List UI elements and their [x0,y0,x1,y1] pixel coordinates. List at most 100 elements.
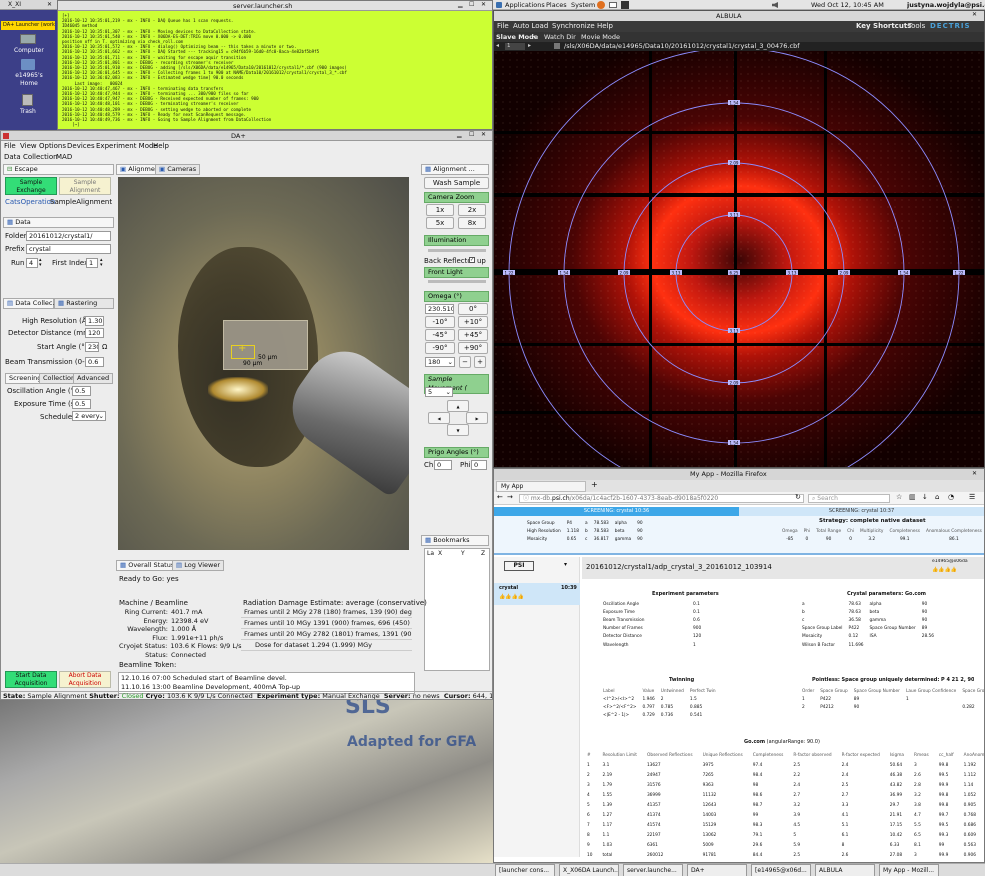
run-stepper-icon[interactable]: ▴ ▾ [39,258,42,268]
desktop-tab-label[interactable]: X_XI [8,1,21,8]
sample-camera-view[interactable]: + 50 µm 90 µm [118,177,409,550]
pointless-row[interactable]: 1 P422 89 1 [799,695,984,703]
clock[interactable]: Wed Oct 12, 10:45 AM [811,1,884,9]
user-name[interactable]: justyna.wojdyla@psi.ch [907,1,985,9]
tab-overall-status[interactable]: ▦ Overall Status [116,560,179,571]
gocom-row[interactable]: 2 2.19 24947 7265 98.4 2.2 2.4 46.38 2.6 99.5 1.11… [582,770,984,780]
zoom-1x-button[interactable]: 1x [426,204,454,216]
next-frame-icon[interactable]: ▸ [528,42,531,49]
movement-step-select[interactable]: 5 ⌄ [425,387,453,397]
close-icon[interactable]: ✕ [481,1,486,8]
summary-row[interactable]: Mosaicity 0.65 c 36.817 gamma 90 [524,535,646,543]
btn-sample-exchange[interactable]: Sample Exchange [5,177,57,195]
movie-mode-button[interactable]: Movie Mode [581,33,620,41]
gocom-row[interactable]: 5 1.39 41357 12643 98.7 3.2 3.3 29.7 3.8 99.8 0.90… [582,800,984,810]
home-label[interactable]: e14965's Home [8,72,50,88]
computer-icon[interactable] [20,34,36,44]
summary-row[interactable]: High Resolution 1.118 b 78.583 beta 90 [524,527,646,535]
pocket-icon[interactable]: ◔ [948,493,954,501]
tab-advanced[interactable]: Advanced [73,373,114,384]
zoom-8x-button[interactable]: 8x [458,217,486,229]
chi-input[interactable]: 0 [434,460,452,470]
exp-param-row[interactable]: Exposure Time 0.1 [600,608,704,616]
twinning-row[interactable]: <|E^2 - 1|> 0.729 0.736 0.541 [600,712,719,720]
gocom-row[interactable]: 1 3.1 13627 3975 97.4 2.5 2.4 50.64 3 99.8 1.192 [582,760,984,770]
mail-launcher-icon[interactable] [609,2,617,8]
taskbar-item[interactable]: server.launche... [623,864,683,876]
tab-rastering[interactable]: ▦ Rastering [54,298,114,309]
omega-0-button[interactable]: 0° [458,303,488,315]
exp-param-row[interactable]: Beam Transmission 0.6 [600,616,704,624]
first-index-input[interactable]: 1 [86,258,98,268]
trash-icon[interactable] [22,94,33,106]
tab-escape[interactable]: ⊟ Escape [3,164,114,175]
close-icon[interactable]: ✕ [47,1,52,8]
menu-system[interactable]: System [571,1,595,9]
taskbar-item[interactable]: X_X06DA Launch... [559,864,619,876]
menu-file[interactable]: File [4,142,16,150]
omega-minus45-button[interactable]: -45° [425,329,455,341]
summary-row[interactable]: Space Group P4 a 78.583 alpha 90 [524,519,646,527]
home-icon[interactable]: ⌂ [935,493,939,501]
zoom-5x-button[interactable]: 5x [426,217,454,229]
minimize-icon[interactable]: ▁ [458,1,463,8]
gocom-row[interactable]: 7 1.17 41574 15129 98.3 4.5 5.1 17.15 5.5 99.5 0.6… [582,820,984,830]
strategy-row[interactable]: -85 0 90 0 3.2 99.1 86.1 [779,535,984,543]
terminal-output[interactable]: [+] 2016-10-12 10:35:01,219 - mx - INFO -… [62,13,490,129]
gocom-row[interactable]: 10 total 260012 91781 84.4 2.5 2.6 27.08 3 99.9 0.… [582,850,984,860]
taskbar-item[interactable]: DA+ [687,864,747,876]
gocom-row[interactable]: 3 1.79 31576 9363 98 2.4 2.5 43.82 2.8 99.9 1.14 [582,780,984,790]
menu-view[interactable]: View [20,142,37,150]
browser-launcher-icon[interactable] [597,1,605,9]
omega-minus10-button[interactable]: -10° [425,316,455,328]
screening-right[interactable]: SCREENING: crystal 10:37 [739,507,984,516]
schedule-select[interactable]: 2 every ⌄ [72,411,106,421]
start-angle-input[interactable]: 230 [85,342,99,352]
folder-input[interactable]: 20161012/crystal1/ [26,231,111,241]
download-icon[interactable]: ↓ [922,493,928,501]
move-right-button[interactable]: ▶ [466,412,488,424]
tab-log-viewer[interactable]: ▤ Log Viewer [172,560,224,571]
move-up-button[interactable]: ▲ [447,400,469,412]
move-down-button[interactable]: ▼ [447,424,469,436]
bookmark-star-icon[interactable]: ☆ [896,493,902,501]
volume-icon[interactable] [772,2,778,8]
crystal-param-row[interactable]: Space Group Label P422 Space Group Number 8… [799,625,937,633]
close-icon[interactable]: ✕ [972,11,977,18]
bookmarks-table[interactable]: La X Y Z [424,548,490,671]
exp-param-row[interactable]: Detector Distance 120 [600,633,704,641]
maximize-icon[interactable]: ☐ [469,131,474,138]
hamburger-menu-icon[interactable]: ☰ [969,493,975,501]
prev-frame-icon[interactable]: ◂ [496,42,499,49]
menu-options[interactable]: Options [39,142,66,150]
det-dist-input[interactable]: 120 [85,328,104,338]
menu-file[interactable]: File [497,22,509,30]
high-res-input[interactable]: 1.307 [85,316,104,326]
gocom-row[interactable]: 8 1.1 22197 13062 79.1 5 6.1 10.42 6.5 99.3 0.609 [582,830,984,840]
minimize-icon[interactable]: ▁ [457,131,462,138]
back-reflector-checkbox[interactable]: ✓ [469,257,475,263]
exp-param-row[interactable]: Number of Frames 900 [600,625,704,633]
search-input[interactable]: ⌕ Search [808,494,890,503]
menu-tools[interactable]: Tools [908,22,925,30]
gocom-row[interactable]: 9 1.03 6361 5009 29.6 5.9 8 6.33 8.1 99 0.563 [582,840,984,850]
gocom-row[interactable]: 6 1.27 41374 14003 99 3.9 4.1 21.91 4.7 99.7 0.768 [582,810,984,820]
menu-key-shortcuts[interactable]: Key Shortcuts [856,22,911,30]
close-icon[interactable]: ✕ [481,131,486,138]
crystal-param-row[interactable]: a 78.63 alpha 90 [799,600,937,608]
menu-auto-load[interactable]: Auto Load [513,22,548,30]
close-icon[interactable]: ✕ [972,470,977,477]
tab-bookmarks[interactable]: ▦ Bookmarks [421,535,489,546]
omega-plus90-button[interactable]: +90° [458,342,488,354]
btn-abort-acquisition[interactable]: Abort Data Acquisition [59,671,111,688]
sample-item[interactable]: crystal 10:39 👍👍👍👍 [494,583,580,605]
tab-alignment-controls[interactable]: ▦ Alignment ... [421,164,489,175]
omega-plus45-button[interactable]: +45° [458,329,488,341]
btn-sample-alignment[interactable]: Sample Alignment [59,177,111,195]
menu-synchronize[interactable]: Synchronize [552,22,595,30]
tab-cameras[interactable]: ▣ Cameras [155,164,201,175]
tab-data-collection[interactable]: ▤ Data Collec... [3,298,59,309]
taskbar-item[interactable]: [e14965@x06d... [751,864,811,876]
trash-label[interactable]: Trash [20,108,36,115]
prefix-input[interactable]: crystal [26,244,111,254]
